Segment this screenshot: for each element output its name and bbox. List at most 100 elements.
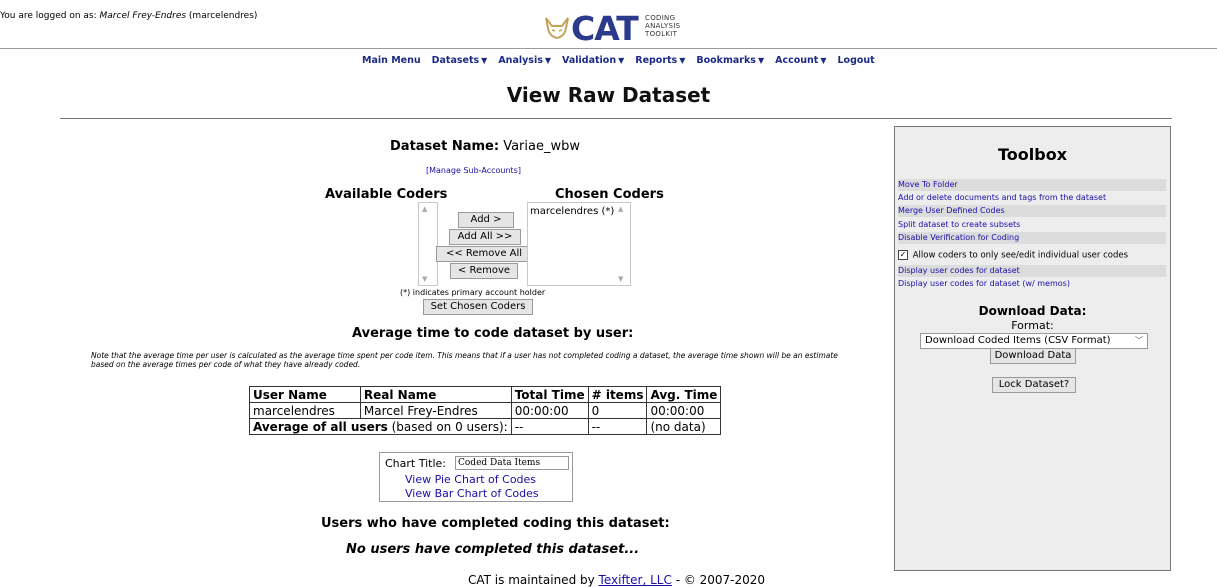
column-header: Real Name	[359, 386, 512, 403]
table-cell: --	[587, 418, 648, 435]
page-title: View Raw Dataset	[506, 83, 711, 107]
allow-individual-codes-label: Allow coders to only see/edit individual…	[912, 250, 1129, 261]
table-cell: Marcel Frey-Endres	[359, 402, 512, 419]
footer: CAT is maintained by Texifter, LLC - © 2…	[468, 573, 765, 587]
disable-verification-link[interactable]: Disable Verification for Coding	[898, 232, 1166, 244]
nav-label: Logout	[837, 55, 875, 66]
column-header: # items	[587, 386, 648, 403]
title-divider	[60, 118, 1172, 119]
toolbox-title: Toolbox	[997, 145, 1068, 164]
avg-time-table: User Name Real Name Total Time # items A…	[249, 386, 722, 435]
chart-title-label: Chart Title:	[385, 457, 447, 470]
display-user-codes-link[interactable]: Display user codes for dataset	[898, 265, 1166, 277]
table-cell: 00:00:00	[510, 402, 589, 419]
nav-datasets[interactable]: Datasets ▼	[432, 55, 488, 66]
allow-individual-codes-checkbox[interactable]: ✓	[898, 250, 908, 260]
nav-validation[interactable]: Validation ▼	[562, 55, 624, 66]
login-prefix: You are logged on as:	[0, 11, 97, 21]
caret-down-icon: ▼	[820, 56, 827, 65]
nav-analysis[interactable]: Analysis ▼	[498, 55, 551, 66]
scroll-down-icon[interactable]: ▼	[422, 275, 427, 283]
nav-bookmarks[interactable]: Bookmarks ▼	[696, 55, 764, 66]
view-bar-chart-link[interactable]: View Bar Chart of Codes	[405, 487, 539, 500]
remove-coder-button[interactable]: < Remove	[450, 263, 518, 279]
lock-dataset-button[interactable]: Lock Dataset?	[992, 377, 1076, 393]
dataset-name: Dataset Name: Variae_wbw	[390, 139, 580, 154]
logo-sub-line: TOOLKIT	[645, 30, 678, 38]
texifter-link[interactable]: Texifter, LLC	[599, 573, 672, 587]
nav-reports[interactable]: Reports ▼	[635, 55, 685, 66]
nav-main-menu[interactable]: Main Menu	[362, 55, 421, 66]
caret-down-icon: ▼	[618, 56, 625, 65]
chosen-coders-label: Chosen Coders	[555, 187, 664, 202]
format-label: Format:	[1011, 319, 1054, 332]
nav-logout[interactable]: Logout	[838, 55, 875, 66]
move-to-folder-link[interactable]: Move To Folder	[898, 179, 1166, 191]
chart-title-input[interactable]: Coded Data Items	[455, 456, 569, 470]
table-cell: marcelendres	[249, 402, 361, 419]
nav-label: Main Menu	[362, 55, 421, 66]
split-dataset-link[interactable]: Split dataset to create subsets	[898, 219, 1166, 231]
scroll-up-icon[interactable]: ▲	[422, 205, 427, 213]
column-header: Avg. Time	[646, 386, 722, 403]
scroll-up-icon[interactable]: ▲	[618, 205, 623, 213]
column-header: Total Time	[510, 386, 589, 403]
logo-text: CAT	[571, 9, 639, 48]
chevron-down-icon: ﹀	[1135, 336, 1143, 345]
login-status: You are logged on as: Marcel Frey-Endres…	[0, 11, 257, 21]
login-user-id: (marcelendres)	[188, 11, 258, 21]
merge-codes-link[interactable]: Merge User Defined Codes	[898, 205, 1166, 217]
add-coder-button[interactable]: Add >	[458, 212, 514, 228]
avg-time-heading: Average time to code dataset by user:	[352, 326, 634, 341]
manage-sub-accounts-link[interactable]: [Manage Sub-Accounts]	[426, 166, 521, 175]
nav-label: Analysis	[498, 55, 543, 66]
set-chosen-coders-button[interactable]: Set Chosen Coders	[423, 299, 533, 315]
logo-subtitle: CODING ANALYSIS TOOLKIT	[645, 14, 680, 38]
table-row: marcelendres Marcel Frey-Endres 00:00:00…	[249, 402, 722, 419]
cat-face-icon	[545, 17, 569, 40]
table-header-row: User Name Real Name Total Time # items A…	[249, 386, 722, 403]
download-data-button[interactable]: Download Data	[990, 348, 1076, 364]
view-pie-chart-link[interactable]: View Pie Chart of Codes	[405, 473, 536, 486]
table-cell: 0	[587, 402, 648, 419]
table-cell: --	[510, 418, 589, 435]
primary-holder-note: (*) indicates primary account holder	[400, 288, 546, 297]
nav-label: Account	[775, 55, 819, 66]
footer-prefix: CAT is maintained by	[468, 573, 595, 587]
footer-suffix: - © 2007-2020	[675, 573, 766, 587]
nav-label: Validation	[562, 55, 617, 66]
login-user-fullname: Marcel Frey-Endres	[99, 11, 187, 21]
avg-time-note: Note that the average time per user is c…	[91, 351, 838, 369]
logo-sub-line: CODING	[645, 14, 676, 22]
summary-label-rest: (based on 0 users):	[387, 419, 508, 434]
table-cell: 00:00:00	[646, 402, 722, 419]
nav-label: Datasets	[431, 55, 480, 66]
add-delete-documents-link[interactable]: Add or delete documents and tags from th…	[898, 192, 1166, 204]
display-user-codes-memos-link[interactable]: Display user codes for dataset (w/ memos…	[898, 278, 1166, 290]
summary-label: Average of all users (based on 0 users):	[249, 418, 512, 435]
add-all-coders-button[interactable]: Add All >>	[449, 229, 521, 245]
caret-down-icon: ▼	[544, 56, 552, 65]
chart-options-box: Chart Title: Coded Data Items View Pie C…	[379, 452, 573, 502]
chosen-coders-list[interactable]: marcelendres (*) ▲ ▼	[527, 202, 631, 286]
scroll-down-icon[interactable]: ▼	[618, 275, 623, 283]
list-item[interactable]: marcelendres (*)	[530, 206, 614, 217]
nav-label: Bookmarks	[696, 55, 756, 66]
caret-down-icon: ▼	[481, 56, 488, 65]
summary-label-bold: Average of all users	[253, 419, 388, 434]
table-summary-row: Average of all users (based on 0 users):…	[249, 418, 722, 435]
caret-down-icon: ▼	[679, 56, 686, 65]
download-format-select[interactable]: Download Coded Items (CSV Format) ﹀	[920, 333, 1148, 349]
no-users-message: No users have completed this dataset...	[346, 542, 640, 557]
download-data-heading: Download Data:	[978, 304, 1087, 318]
available-coders-list[interactable]: ▲ ▼	[418, 202, 438, 286]
caret-down-icon: ▼	[757, 56, 765, 65]
cat-logo[interactable]: CAT CODING ANALYSIS TOOLKIT	[543, 8, 693, 46]
dataset-name-label: Dataset Name:	[390, 139, 500, 154]
dataset-name-value: Variae_wbw	[503, 139, 580, 154]
column-header: User Name	[249, 386, 361, 403]
allow-individual-codes-option[interactable]: ✓ Allow coders to only see/edit individu…	[898, 250, 1128, 261]
table-cell: (no data)	[646, 418, 722, 435]
remove-all-coders-button[interactable]: << Remove All	[436, 246, 532, 262]
nav-account[interactable]: Account ▼	[775, 55, 826, 66]
